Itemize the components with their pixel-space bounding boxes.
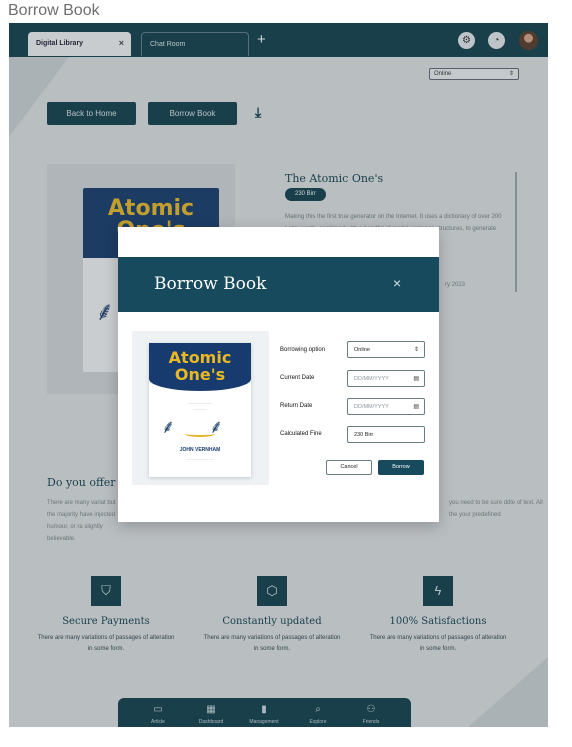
nav-item-explore[interactable]: ⌕ Explore xyxy=(292,704,344,725)
tab-chat-room[interactable]: Chat Room xyxy=(141,32,249,56)
calendar-icon[interactable]: ▤ xyxy=(413,375,419,382)
settings-icon[interactable]: ⚙ xyxy=(458,32,475,49)
close-icon[interactable]: × xyxy=(119,38,124,48)
notification-icon[interactable]: ◔ xyxy=(488,32,505,49)
calendar-icon[interactable]: ▤ xyxy=(413,403,419,410)
scrollbar[interactable] xyxy=(515,172,517,292)
cover-title-line1: Atomic xyxy=(107,196,195,221)
price-badge: 230 Birr xyxy=(285,188,327,201)
modal-header: Borrow Book × xyxy=(118,257,439,312)
feature-text: There are many variations of passages of… xyxy=(37,635,175,652)
cover-title-line2: One's xyxy=(174,365,226,384)
current-date-label: Current Date xyxy=(280,375,315,381)
date-placeholder: DD/MM/YYYY xyxy=(354,376,389,382)
nav-item-dashboard[interactable]: ▦ Dashboard xyxy=(185,704,237,725)
feature-constantly-updated: ⬡ Constantly updated There are many vari… xyxy=(197,576,347,655)
article-icon: ▭ xyxy=(153,704,163,715)
nav-label: Friends xyxy=(362,719,380,725)
chevron-updown-icon: ⇕ xyxy=(413,347,419,353)
cube-icon: ⬡ xyxy=(257,576,287,606)
select-value: Online xyxy=(434,71,452,77)
friends-icon: ⚇ xyxy=(366,704,376,715)
tab-label: Digital Library xyxy=(36,40,84,47)
cover-author: JOHN VERNHAM xyxy=(179,447,221,453)
cover-tagline: ──────── ───── xyxy=(188,401,212,412)
book-title: The Atomic One's xyxy=(285,172,384,185)
cover-footer: ────────── xyxy=(185,457,215,462)
palm-tree-icon: ⸙ xyxy=(95,296,115,326)
borrow-option-select[interactable]: Online ⇕ xyxy=(429,68,519,80)
nav-label: Management xyxy=(249,719,279,725)
chevron-updown-icon: ⇕ xyxy=(508,71,514,77)
fine-value: 230 Birr xyxy=(354,432,374,438)
borrowing-option-select[interactable]: Online ⇕ xyxy=(347,341,425,358)
faq-text-right: you need to be sure ddle of text. All th… xyxy=(449,500,543,518)
frame-title: Borrow Book xyxy=(8,2,100,19)
decor-triangle xyxy=(9,57,69,137)
borrow-book-button[interactable]: Borrow Book xyxy=(148,102,237,125)
publish-date: ry 2023 xyxy=(445,282,466,288)
cover-title-line1: Atomic xyxy=(168,348,232,367)
tab-label: Chat Room xyxy=(150,41,186,48)
cancel-button[interactable]: Cancel xyxy=(326,460,372,475)
avatar[interactable] xyxy=(519,31,538,50)
current-date-field[interactable]: DD/MM/YYYY ▤ xyxy=(347,370,425,387)
cover-title: Atomic One's xyxy=(149,349,251,383)
bottom-nav: ▭ Article ▦ Dashboard ▮ Management ⌕ Exp… xyxy=(118,698,411,727)
nav-label: Dashboard xyxy=(198,719,224,725)
decor-triangle xyxy=(468,657,548,727)
date-placeholder: DD/MM/YYYY xyxy=(354,404,389,410)
faq-heading: Do you offer c xyxy=(47,476,126,489)
feature-satisfactions: ϟ 100% Satisfactions There are many vari… xyxy=(363,576,513,655)
nav-label: Article xyxy=(151,719,165,725)
hammock-graphic xyxy=(185,431,215,437)
feature-text: There are many variations of passages of… xyxy=(203,635,341,652)
download-icon[interactable]: ⤓ xyxy=(255,104,261,121)
book-cover: Atomic One's ──────── ───── ⸙ ⸙ JOHN VERN… xyxy=(149,343,251,477)
dashboard-icon: ▦ xyxy=(206,704,216,715)
select-value: Online xyxy=(354,347,370,353)
management-icon: ▮ xyxy=(261,704,267,715)
modal-cover-panel: Atomic One's ──────── ───── ⸙ ⸙ JOHN VERN… xyxy=(132,331,269,485)
borrowing-option-label: Borrowing option xyxy=(280,347,326,353)
browser-tab-bar: Digital Library × Chat Room + ⚙ ◔ xyxy=(9,23,548,57)
search-icon: ⌕ xyxy=(315,704,321,715)
nav-label: Explore xyxy=(309,719,327,725)
modal-title: Borrow Book xyxy=(154,274,267,294)
nav-item-management[interactable]: ▮ Management xyxy=(238,704,290,725)
nav-item-article[interactable]: ▭ Article xyxy=(132,704,184,725)
feature-title: Secure Payments xyxy=(62,616,150,627)
lightning-icon: ϟ xyxy=(423,576,453,606)
feature-text: There are many variations of passages of… xyxy=(369,635,507,652)
calculated-fine-label: Calculated Fine xyxy=(280,431,322,437)
feature-title: Constantly updated xyxy=(222,616,322,627)
close-icon[interactable]: × xyxy=(393,275,401,291)
nav-item-friends[interactable]: ⚇ Friends xyxy=(345,704,397,725)
add-tab-icon[interactable]: + xyxy=(257,31,266,48)
tab-digital-library[interactable]: Digital Library × xyxy=(28,32,131,56)
shield-icon: ⛉ xyxy=(91,576,121,606)
return-date-field[interactable]: DD/MM/YYYY ▤ xyxy=(347,398,425,415)
feature-secure-payments: ⛉ Secure Payments There are many variati… xyxy=(31,576,181,655)
faq-text-left: There are many variat but the majority h… xyxy=(47,500,116,542)
calculated-fine-field[interactable]: 230 Birr xyxy=(347,426,425,443)
feature-title: 100% Satisfactions xyxy=(389,616,487,627)
borrow-book-modal: Borrow Book × Atomic One's ──────── ─────… xyxy=(118,227,439,522)
borrow-button[interactable]: Borrow xyxy=(378,460,424,475)
palm-tree-icon: ⸙ xyxy=(161,417,176,438)
return-date-label: Return Date xyxy=(280,403,313,409)
